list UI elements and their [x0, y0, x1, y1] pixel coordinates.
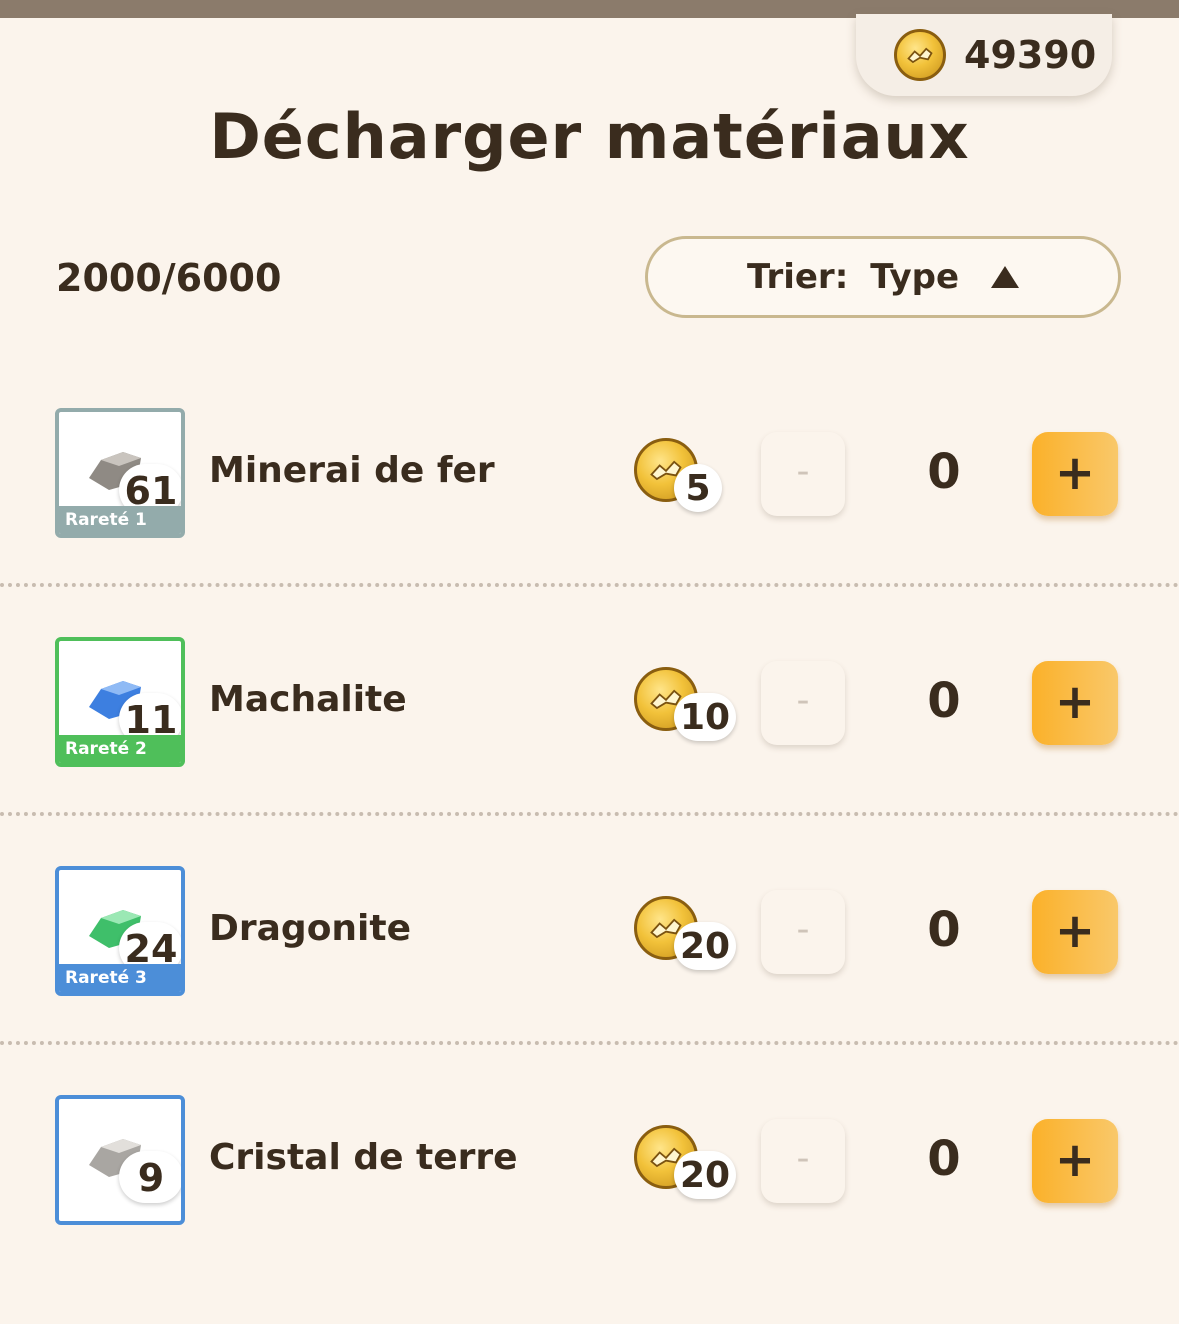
gold-coin-icon	[894, 29, 946, 81]
page-title: Décharger matériaux	[209, 100, 970, 173]
quantity-value: 0	[927, 673, 961, 729]
owned-count: 9	[119, 1151, 181, 1203]
rarity-label: Rareté 1	[59, 506, 181, 534]
sort-label: Trier:	[746, 257, 849, 297]
material-thumbnail[interactable]: 24 Rareté 3	[55, 866, 185, 996]
rarity-label: Rareté 2	[59, 735, 181, 763]
row-divider	[0, 583, 1179, 587]
rarity-label: Rareté 3	[59, 964, 181, 992]
decrease-button[interactable]: -	[761, 432, 845, 516]
row-divider	[0, 812, 1179, 816]
triangle-up-icon	[991, 266, 1020, 288]
material-row-earth-crystal: 9 Cristal de terre 20 - 0 +	[0, 1095, 1179, 1324]
material-name: Machalite	[209, 679, 407, 720]
decrease-button[interactable]: -	[761, 890, 845, 974]
material-thumbnail[interactable]: 11 Rareté 2	[55, 637, 185, 767]
currency-amount: 49390	[964, 33, 1097, 77]
storage-capacity: 2000/6000	[56, 256, 282, 300]
material-name: Dragonite	[209, 908, 412, 949]
unit-price: 20	[674, 922, 737, 970]
increase-button[interactable]: +	[1032, 1119, 1118, 1203]
material-name: Minerai de fer	[209, 450, 495, 491]
material-row-machalite: 11 Rareté 2 Machalite 10 - 0 +	[0, 637, 1179, 866]
unit-price: 10	[674, 693, 737, 741]
increase-button[interactable]: +	[1032, 661, 1118, 745]
material-name: Cristal de terre	[209, 1137, 518, 1178]
material-thumbnail[interactable]: 61 Rareté 1	[55, 408, 185, 538]
quantity-value: 0	[927, 902, 961, 958]
sort-button[interactable]: Trier: Type	[645, 236, 1121, 318]
sort-value: Type	[870, 257, 960, 297]
material-row-dragonite: 24 Rareté 3 Dragonite 20 - 0 +	[0, 866, 1179, 1095]
unit-price: 20	[674, 1151, 737, 1199]
row-divider	[0, 1041, 1179, 1045]
increase-button[interactable]: +	[1032, 432, 1118, 516]
material-row-iron-ore: 61 Rareté 1 Minerai de fer 5 - 0 +	[0, 408, 1179, 637]
quantity-value: 0	[927, 444, 961, 500]
material-thumbnail[interactable]: 9	[55, 1095, 185, 1225]
decrease-button[interactable]: -	[761, 1119, 845, 1203]
unload-panel: 49390 Décharger matériaux 2000/6000 Trie…	[0, 14, 1179, 1225]
increase-button[interactable]: +	[1032, 890, 1118, 974]
currency-display: 49390	[856, 14, 1112, 96]
decrease-button[interactable]: -	[761, 661, 845, 745]
unit-price: 5	[674, 464, 722, 512]
